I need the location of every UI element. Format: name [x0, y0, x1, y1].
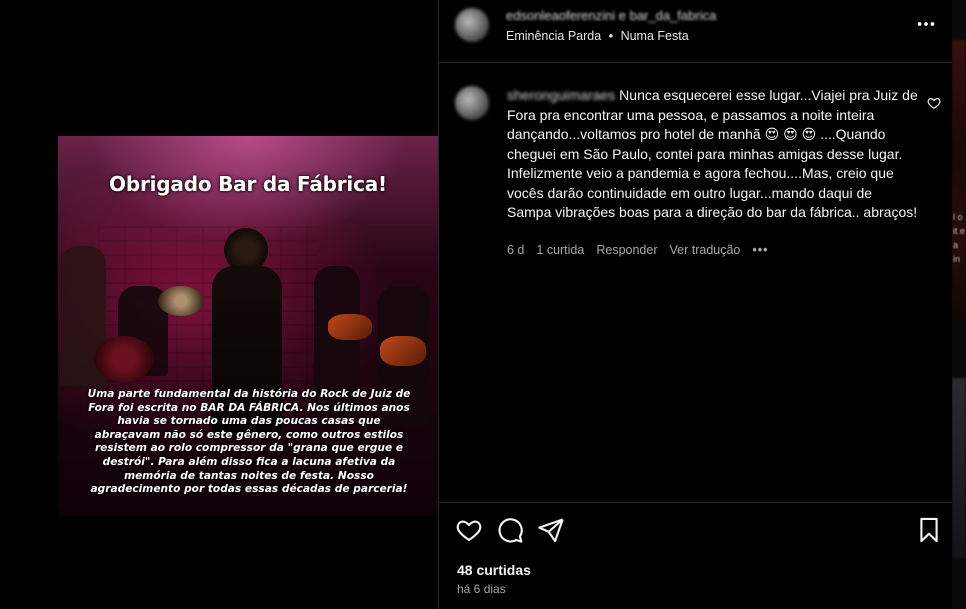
share-button[interactable]	[537, 516, 565, 544]
comment-button[interactable]	[496, 516, 524, 544]
comment-time[interactable]: 6 d	[507, 243, 524, 257]
next-post-fragment: a	[953, 240, 959, 250]
bookmark-icon	[920, 517, 938, 543]
guitar-right	[380, 336, 426, 366]
image-title: Obrigado Bar da Fábrica!	[109, 172, 387, 196]
next-post-image-bottom	[952, 378, 966, 558]
like-button[interactable]	[455, 516, 483, 544]
comment-body: sheronguimaraes Nunca esquecerei esse lug…	[507, 86, 919, 223]
guitar-center	[328, 314, 372, 340]
comment-meta: 6 d 1 curtida Responder Ver tradução •••	[507, 243, 769, 257]
post-image[interactable]: Obrigado Bar da Fábrica! Uma parte funda…	[58, 136, 438, 516]
more-options-button[interactable]	[913, 13, 939, 35]
comment-text: Nunca esquecerei esse lugar...Viajei pra…	[507, 87, 918, 220]
comment-item: sheronguimaraes Nunca esquecerei esse lug…	[439, 62, 953, 502]
comment-icon	[498, 518, 523, 543]
heart-icon	[456, 520, 482, 541]
next-post-image-top	[952, 40, 966, 320]
comment-options-button[interactable]: •••	[752, 243, 768, 257]
next-post-fragment: l o	[953, 212, 963, 222]
commenter-avatar[interactable]	[455, 86, 489, 120]
more-horizontal-icon	[917, 22, 935, 26]
send-icon	[538, 518, 564, 543]
reply-button[interactable]: Responder	[596, 243, 657, 257]
comment-likes[interactable]: 1 curtida	[536, 243, 584, 257]
next-post-fragment: it e	[953, 226, 966, 236]
audio-info[interactable]: Eminência Parda • Numa Festa	[506, 29, 689, 43]
next-post-fragment: in	[953, 254, 961, 264]
post-header: edsonleaoferenzini e bar_da_fabrica Emin…	[439, 0, 953, 62]
audio-track[interactable]: Numa Festa	[621, 29, 689, 43]
audio-separator: •	[608, 29, 614, 43]
audio-artist[interactable]: Eminência Parda	[506, 29, 601, 43]
post-actions: 48 curtidas há 6 dias	[439, 502, 953, 609]
likes-count[interactable]: 48 curtidas	[457, 562, 531, 578]
author-usernames[interactable]: edsonleaoferenzini e bar_da_fabrica	[506, 8, 716, 23]
image-caption: Uma parte fundamental da história do Roc…	[87, 388, 411, 496]
next-post-preview[interactable]: l o it e a in	[952, 0, 966, 609]
cymbal	[158, 286, 204, 316]
next-post-text-fragments: l o it e a in	[953, 210, 965, 266]
heart-outline-icon	[927, 98, 941, 109]
author-avatar[interactable]	[455, 8, 489, 42]
translate-button[interactable]: Ver tradução	[670, 243, 741, 257]
commenter-username[interactable]: sheronguimaraes	[507, 87, 615, 103]
save-button[interactable]	[915, 516, 943, 544]
post-date: há 6 dias	[457, 582, 506, 596]
drum-left	[94, 336, 154, 382]
post-details-panel: edsonleaoferenzini e bar_da_fabrica Emin…	[438, 0, 953, 609]
like-comment-button[interactable]	[927, 96, 941, 110]
